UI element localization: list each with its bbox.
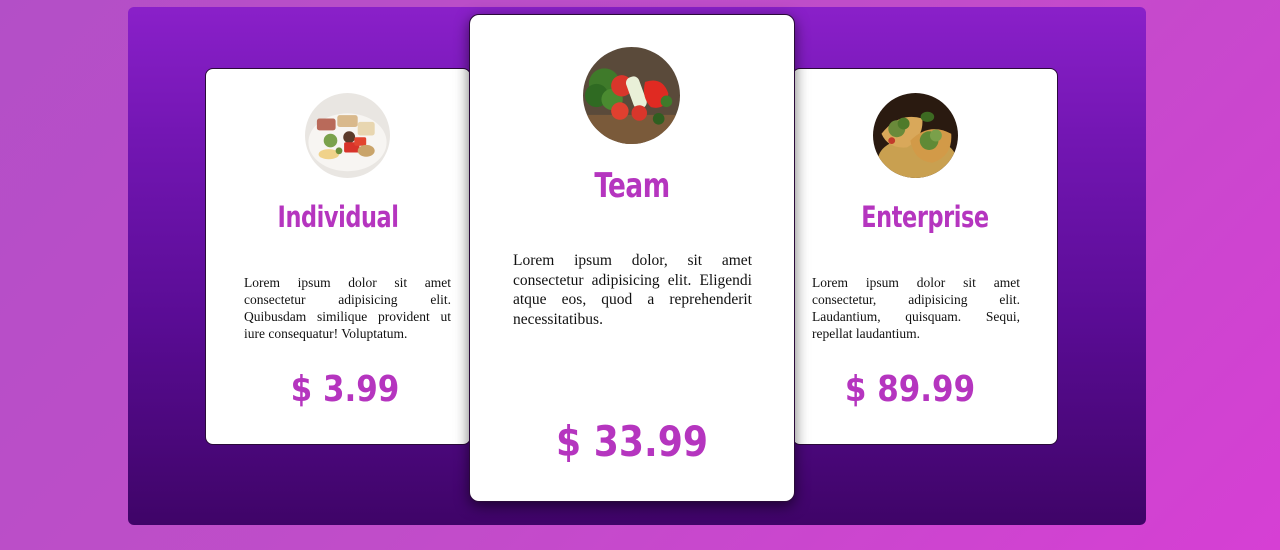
- plan-price: $ 3.99: [290, 369, 400, 410]
- sandwich-icon: [873, 93, 958, 178]
- plan-description: Lorem ipsum dolor sit amet consectetur, …: [812, 275, 1020, 341]
- plan-description: Lorem ipsum dolor sit amet consectetur a…: [244, 275, 451, 341]
- plan-price: $ 89.99: [844, 369, 976, 410]
- pricing-card-individual[interactable]: Individual Lorem ipsum dolor sit amet co…: [205, 68, 471, 445]
- plan-description: Lorem ipsum dolor, sit amet consectetur …: [513, 252, 752, 328]
- plan-title: Enterprise: [861, 200, 989, 234]
- food-platter-icon: [305, 93, 390, 178]
- pricing-card-team[interactable]: Team Lorem ipsum dolor, sit amet consect…: [469, 14, 795, 502]
- pricing-card-enterprise[interactable]: Enterprise Lorem ipsum dolor sit amet co…: [792, 68, 1058, 445]
- plan-title: Individual: [277, 200, 399, 234]
- vegetables-icon: [583, 47, 680, 144]
- plan-price: $ 33.99: [556, 417, 708, 466]
- plan-title: Team: [594, 166, 670, 206]
